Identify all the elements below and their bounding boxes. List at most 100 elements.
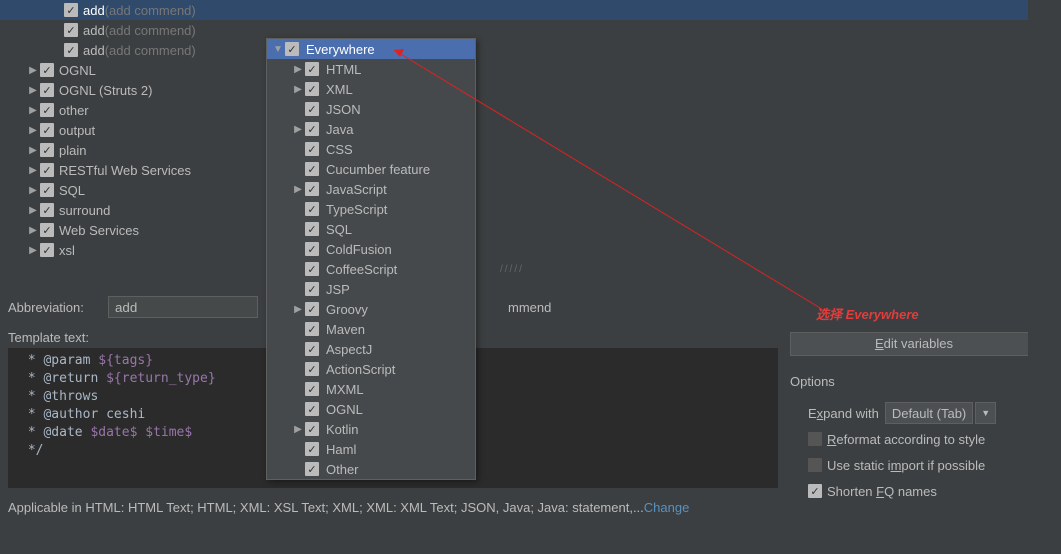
popup-item[interactable]: Everywhere [267,39,475,59]
popup-checkbox[interactable] [305,162,319,176]
change-link[interactable]: Change [644,500,690,515]
popup-checkbox[interactable] [305,242,319,256]
popup-checkbox[interactable] [305,202,319,216]
popup-item[interactable]: JSP [267,279,475,299]
expand-arrow-icon[interactable] [291,64,305,75]
shorten-fq-checkbox[interactable] [808,484,822,498]
expand-arrow-icon[interactable] [291,184,305,195]
item-checkbox[interactable] [40,243,54,257]
popup-checkbox[interactable] [305,82,319,96]
popup-item[interactable]: MXML [267,379,475,399]
expand-arrow-icon[interactable] [26,105,40,116]
popup-item[interactable]: TypeScript [267,199,475,219]
tree-item[interactable]: add (add commend) [0,20,1028,40]
popup-checkbox[interactable] [305,442,319,456]
popup-checkbox[interactable] [305,142,319,156]
tree-item[interactable]: output [0,120,1028,140]
popup-item[interactable]: SQL [267,219,475,239]
scrollbar[interactable] [1028,0,1046,554]
expand-arrow-icon[interactable] [26,185,40,196]
popup-item[interactable]: AspectJ [267,339,475,359]
popup-checkbox[interactable] [305,382,319,396]
popup-checkbox[interactable] [305,362,319,376]
tree-item[interactable]: OGNL (Struts 2) [0,80,1028,100]
reformat-checkbox[interactable] [808,432,822,446]
popup-item[interactable]: CoffeeScript [267,259,475,279]
expand-with-caret[interactable]: ▼ [975,402,996,424]
expand-arrow-icon[interactable] [291,304,305,315]
popup-checkbox[interactable] [305,282,319,296]
popup-item[interactable]: Maven [267,319,475,339]
item-checkbox[interactable] [40,63,54,77]
expand-arrow-icon[interactable] [26,225,40,236]
popup-item[interactable]: Other [267,459,475,479]
popup-item[interactable]: OGNL [267,399,475,419]
edit-variables-button[interactable]: Edit variables [790,332,1038,356]
popup-checkbox[interactable] [305,342,319,356]
resize-handle-dots[interactable]: ///// [500,264,524,275]
expand-arrow-icon[interactable] [26,65,40,76]
tree-item[interactable]: OGNL [0,60,1028,80]
popup-checkbox[interactable] [305,182,319,196]
item-checkbox[interactable] [64,3,78,17]
expand-arrow-icon[interactable] [291,424,305,435]
tree-item[interactable]: SQL [0,180,1028,200]
popup-item[interactable]: ColdFusion [267,239,475,259]
popup-item[interactable]: JavaScript [267,179,475,199]
popup-checkbox[interactable] [305,402,319,416]
popup-checkbox[interactable] [305,122,319,136]
popup-item[interactable]: XML [267,79,475,99]
expand-arrow-icon[interactable] [271,44,285,55]
item-checkbox[interactable] [40,163,54,177]
static-import-checkbox[interactable] [808,458,822,472]
tree-item[interactable]: add (add commend) [0,0,1028,20]
expand-with-select[interactable]: Default (Tab) [885,402,973,424]
template-tree[interactable]: add (add commend)add (add commend)add (a… [0,0,1028,280]
expand-arrow-icon[interactable] [26,245,40,256]
popup-checkbox[interactable] [305,322,319,336]
expand-arrow-icon[interactable] [26,165,40,176]
item-checkbox[interactable] [64,23,78,37]
tree-item[interactable]: RESTful Web Services [0,160,1028,180]
popup-item[interactable]: HTML [267,59,475,79]
item-checkbox[interactable] [64,43,78,57]
expand-arrow-icon[interactable] [26,125,40,136]
popup-item-label: CoffeeScript [326,262,397,277]
popup-checkbox[interactable] [305,422,319,436]
tree-item[interactable]: plain [0,140,1028,160]
expand-arrow-icon[interactable] [291,84,305,95]
tree-item[interactable]: xsl [0,240,1028,260]
item-checkbox[interactable] [40,103,54,117]
popup-checkbox[interactable] [305,462,319,476]
popup-item[interactable]: Groovy [267,299,475,319]
expand-arrow-icon[interactable] [291,124,305,135]
tree-item[interactable]: add (add commend) [0,40,1028,60]
item-checkbox[interactable] [40,183,54,197]
popup-checkbox[interactable] [305,222,319,236]
popup-item[interactable]: Cucumber feature [267,159,475,179]
popup-item[interactable]: Haml [267,439,475,459]
item-checkbox[interactable] [40,83,54,97]
item-checkbox[interactable] [40,203,54,217]
item-checkbox[interactable] [40,143,54,157]
popup-checkbox[interactable] [285,42,299,56]
expand-arrow-icon[interactable] [26,205,40,216]
tree-item[interactable]: surround [0,200,1028,220]
item-checkbox[interactable] [40,123,54,137]
tree-item[interactable]: other [0,100,1028,120]
popup-item[interactable]: ActionScript [267,359,475,379]
abbreviation-input[interactable] [108,296,258,318]
item-checkbox[interactable] [40,223,54,237]
popup-item[interactable]: Java [267,119,475,139]
popup-checkbox[interactable] [305,262,319,276]
popup-item[interactable]: JSON [267,99,475,119]
popup-item[interactable]: CSS [267,139,475,159]
context-popup[interactable]: EverywhereHTMLXMLJSONJavaCSSCucumber fea… [266,38,476,480]
popup-checkbox[interactable] [305,102,319,116]
expand-arrow-icon[interactable] [26,85,40,96]
popup-checkbox[interactable] [305,302,319,316]
expand-arrow-icon[interactable] [26,145,40,156]
popup-checkbox[interactable] [305,62,319,76]
tree-item[interactable]: Web Services [0,220,1028,240]
popup-item[interactable]: Kotlin [267,419,475,439]
